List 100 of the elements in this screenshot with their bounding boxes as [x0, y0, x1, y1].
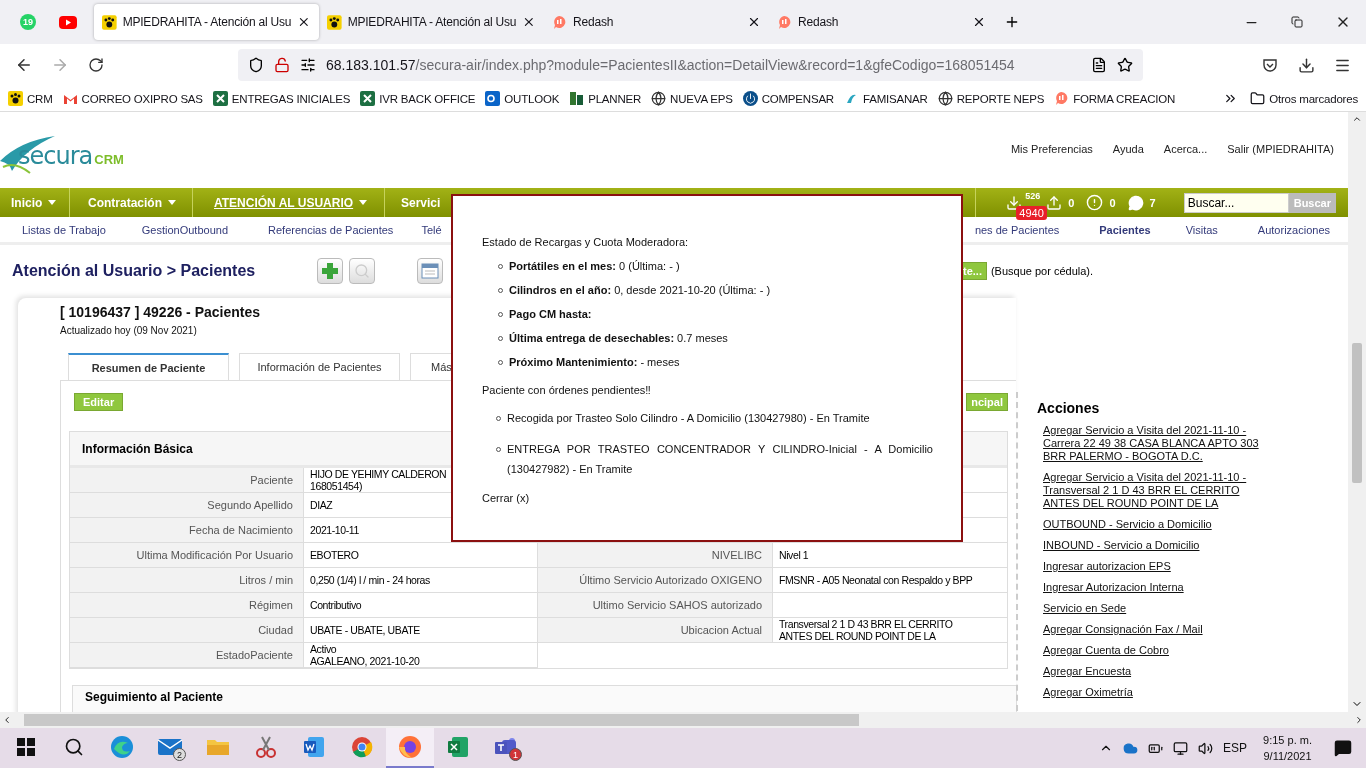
- reader-view-icon[interactable]: [1091, 57, 1107, 73]
- scroll-up-icon[interactable]: [1352, 114, 1362, 124]
- field-label: Régimen: [70, 593, 304, 618]
- browser-tab[interactable]: Redash: [769, 4, 994, 40]
- spreadsheet-icon: [360, 91, 376, 106]
- bookmark[interactable]: CRM: [27, 92, 53, 105]
- scroll-thumb[interactable]: [24, 714, 859, 726]
- bookmark[interactable]: PLANNER: [588, 92, 642, 105]
- action-link[interactable]: OUTBOUND - Servicio a Domicilio: [1043, 518, 1275, 531]
- close-icon[interactable]: [972, 15, 986, 29]
- new-tab-icon[interactable]: [1004, 14, 1020, 30]
- action-link[interactable]: Agregar Oximetría: [1043, 686, 1275, 699]
- bookmark[interactable]: FAMISANAR: [862, 92, 928, 105]
- pocket-icon[interactable]: [1262, 57, 1278, 73]
- subnav-link[interactable]: Visitas: [1185, 223, 1218, 236]
- chat-icon[interactable]: [1127, 194, 1144, 211]
- field-label: Fecha de Nacimiento: [70, 518, 304, 543]
- reload-icon[interactable]: [88, 57, 104, 73]
- close-icon[interactable]: [747, 15, 761, 29]
- browser-tab[interactable]: MPIEDRAHITA - Atención al Usu: [94, 4, 319, 40]
- subnav-link[interactable]: Referencias de Pacientes: [268, 223, 394, 236]
- action-link[interactable]: Agregar Encuesta: [1043, 665, 1275, 678]
- field-label: Último Servicio Autorizado OXIGENO: [538, 568, 773, 593]
- download-icon[interactable]: [1297, 56, 1315, 74]
- field-value: UBATE - UBATE, UBATE: [304, 618, 538, 643]
- browser-wave-icon: [110, 735, 134, 759]
- browser-tab[interactable]: Redash: [544, 4, 769, 40]
- bookmark[interactable]: CORREO OXIPRO SAS: [81, 92, 203, 105]
- find-hint: (Busque por cédula).: [990, 265, 1094, 277]
- subnav-link[interactable]: Pacientes: [1099, 223, 1151, 236]
- action-link[interactable]: Agregar Cuenta de Cobro: [1043, 644, 1275, 657]
- action-link[interactable]: Agregar Servicio a Visita del 2021-11-10 - Carrera 22 49 38 CASA BLANCA APTO 303 BRR PALERMO - BOGOTA D.C.: [1043, 424, 1275, 463]
- bookmark[interactable]: NUEVA EPS: [670, 92, 733, 105]
- notification-badge: 2: [173, 748, 186, 761]
- plus-icon: [321, 262, 340, 280]
- notifications-icon[interactable]: [1334, 739, 1352, 757]
- search-icon: [64, 737, 84, 757]
- field-label: NIVELIBC: [538, 543, 773, 568]
- bookmark[interactable]: COMPENSAR: [761, 92, 834, 105]
- alert-icon[interactable]: [1086, 194, 1104, 211]
- subnav-link[interactable]: Telé: [421, 223, 442, 236]
- record-tab[interactable]: Resumen de Paciente: [68, 353, 229, 380]
- add-button[interactable]: [317, 258, 344, 284]
- outbox-icon[interactable]: [1046, 194, 1063, 211]
- bookmark[interactable]: FORMA CREACION: [1073, 92, 1176, 105]
- calendar-button[interactable]: [417, 258, 444, 284]
- header-link[interactable]: Salir (MPIEDRAHITA): [1227, 143, 1334, 155]
- restore-icon[interactable]: [1291, 16, 1303, 28]
- language-indicator[interactable]: ESP: [1223, 741, 1248, 755]
- taskbar-button[interactable]: 2: [146, 728, 194, 768]
- folder-icon: [206, 737, 230, 757]
- address-field[interactable]: 68.183.101.57/secura-air/index.php?module=PacientesII&action=DetailView&record=1&gfeCodigo=168051454: [238, 49, 1143, 81]
- bookmark-star-icon[interactable]: [1117, 57, 1133, 73]
- close-icon[interactable]: [522, 15, 536, 29]
- bookmark[interactable]: IVR BACK OFFICE: [379, 92, 476, 105]
- network-icon[interactable]: [1173, 740, 1189, 756]
- action-link[interactable]: Ingresar autorizacion EPS: [1043, 560, 1275, 573]
- close-link[interactable]: Cerrar (x): [482, 492, 530, 504]
- bookmark[interactable]: REPORTE NEPS: [956, 92, 1045, 105]
- subnav-link[interactable]: Autorizaciones: [1257, 223, 1330, 236]
- inbox-icon[interactable]: [1006, 194, 1023, 211]
- header-link[interactable]: Ayuda: [1112, 143, 1144, 155]
- action-link[interactable]: INBOUND - Servicio a Domicilio: [1043, 539, 1275, 552]
- close-icon[interactable]: [297, 15, 311, 29]
- action-link[interactable]: Ingresar Autorizacion Interna: [1043, 581, 1275, 594]
- subnav-link[interactable]: nes de Pacientes: [974, 223, 1060, 236]
- folder-icon[interactable]: [1250, 91, 1266, 106]
- section-header: Seguimiento al Paciente: [72, 685, 1017, 712]
- shield-icon: [248, 57, 264, 73]
- cloud-icon[interactable]: [1123, 740, 1139, 756]
- page-title: Atención al Usuario > Pacientes: [12, 262, 256, 280]
- scroll-right-icon[interactable]: [1354, 715, 1364, 725]
- scissors-icon: [255, 735, 277, 759]
- other-bookmarks[interactable]: Otros marcadores: [1269, 92, 1358, 105]
- planner-icon: [569, 91, 585, 106]
- bookmark[interactable]: ENTREGAS INICIALES: [231, 92, 351, 105]
- subnav-link[interactable]: GestionOutbound: [141, 223, 228, 236]
- action-link[interactable]: Agregar Consignación Fax / Mail: [1043, 623, 1275, 636]
- dialog-title: Estado de Recargas y Cuota Moderadora:: [482, 236, 690, 248]
- action-link[interactable]: Agregar Servicio a Visita del 2021-11-10 - Transversal 2 1 D 43 BRR EL CERRITO ANTES DEL ROUND POINT DE LA: [1043, 471, 1275, 510]
- scroll-left-icon[interactable]: [2, 715, 12, 725]
- bookmark[interactable]: OUTLOOK: [504, 92, 560, 105]
- paw-icon: [8, 91, 23, 106]
- header-link[interactable]: Mis Preferencias: [1010, 143, 1093, 155]
- browser-tab[interactable]: MPIEDRAHITA - Atención al Usu: [319, 4, 544, 40]
- subnav-link[interactable]: Listas de Trabajo: [22, 223, 106, 236]
- field-label: Ubicacion Actual: [538, 618, 773, 643]
- scroll-thumb[interactable]: [1352, 343, 1362, 483]
- back-icon[interactable]: [15, 56, 33, 74]
- status-item: Portátiles en el mes: 0 (Última: - ): [509, 260, 680, 272]
- status-item: Próximo Mantenimiento: - meses: [509, 356, 680, 368]
- record-tab[interactable]: Información de Pacientes: [239, 353, 400, 380]
- action-link[interactable]: Servicio en Sede: [1043, 602, 1275, 615]
- search-field[interactable]: Buscar...: [1183, 192, 1289, 213]
- taskbar-button[interactable]: 1: [482, 728, 530, 768]
- horizontal-scrollbar[interactable]: [0, 712, 1366, 728]
- header-link[interactable]: Acerca...: [1163, 143, 1208, 155]
- vertical-scrollbar[interactable]: [1348, 112, 1366, 712]
- volume-icon[interactable]: [1198, 740, 1214, 756]
- clock[interactable]: 9:15 p. m. 9/11/2021: [1263, 732, 1312, 764]
